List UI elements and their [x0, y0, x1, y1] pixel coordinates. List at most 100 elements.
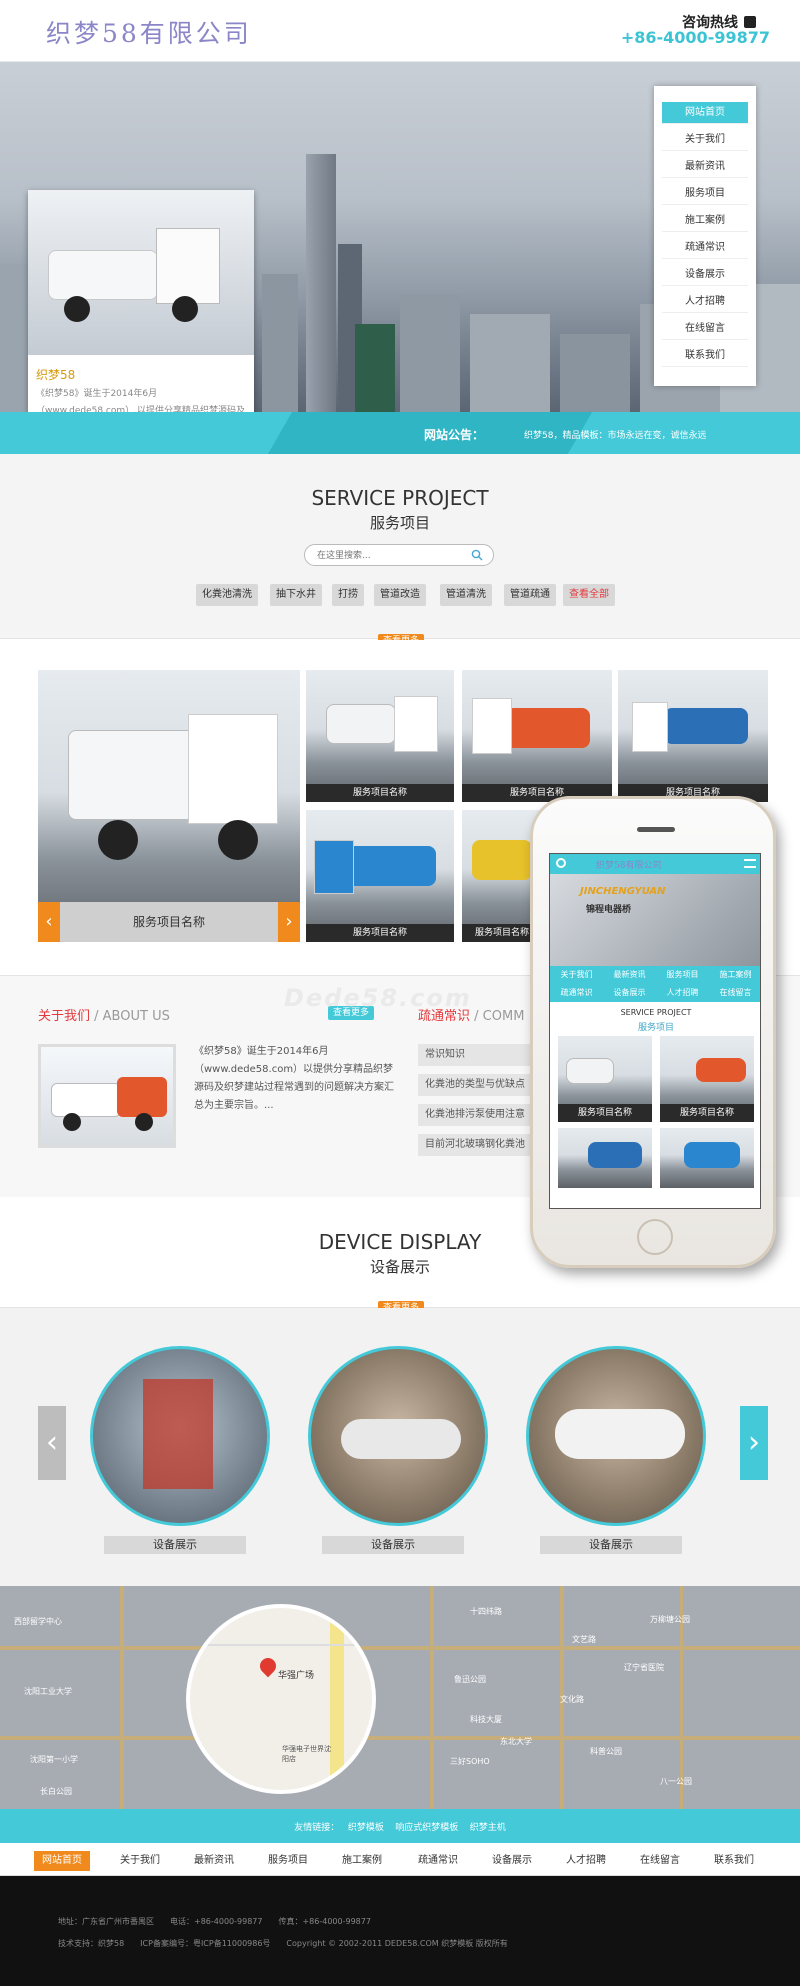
phone-nav-item[interactable]: 人才招聘	[656, 984, 709, 1002]
category-button[interactable]: 化粪池清洗	[196, 584, 258, 606]
search-input[interactable]	[317, 548, 467, 563]
site-logo[interactable]: 织梦58有限公司	[46, 14, 252, 50]
phone-search-icon[interactable]	[556, 858, 566, 868]
truck-tank	[117, 1077, 167, 1117]
about-image[interactable]	[38, 1044, 176, 1148]
friend-links: 友情链接： 织梦模板 响应式织梦模板 织梦主机	[0, 1820, 800, 1833]
truck-wheel	[135, 1113, 153, 1131]
nav-item-message[interactable]: 在线留言	[662, 318, 748, 340]
category-button[interactable]: 管道改造	[374, 584, 426, 606]
friend-link[interactable]: 织梦主机	[470, 1823, 506, 1833]
phone-nav-item[interactable]: 设备展示	[603, 984, 656, 1002]
site-footer: 地址：广东省广州市番禺区 电话：+86-4000-99877 传真：+86-40…	[0, 1876, 800, 1986]
truck-tank	[68, 730, 198, 820]
truck-wheel	[218, 820, 258, 860]
phone-nav-item[interactable]: 在线留言	[709, 984, 760, 1002]
footer-nav-knowledge[interactable]: 疏通常识	[410, 1851, 466, 1871]
device-label: 设备展示	[104, 1536, 246, 1554]
phone-nav-item[interactable]: 施工案例	[709, 966, 760, 984]
category-button[interactable]: 抽下水井	[270, 584, 322, 606]
map-label: 西部留学中心	[14, 1617, 62, 1626]
device-label: 设备展示	[540, 1536, 682, 1554]
truck-cab	[472, 698, 512, 754]
map-label: 东北大学	[500, 1737, 532, 1746]
nav-item-home[interactable]: 网站首页	[662, 102, 748, 124]
footer-nav-home[interactable]: 网站首页	[34, 1851, 90, 1871]
search-box	[304, 544, 494, 566]
gallery-next-arrow[interactable]: ›	[278, 902, 300, 942]
truck-tank	[326, 704, 396, 744]
device-image[interactable]	[526, 1346, 706, 1526]
friend-link[interactable]: 响应式织梦模板	[395, 1823, 458, 1833]
truck-tank	[696, 1058, 746, 1082]
phone-logo: 织梦58有限公司	[596, 861, 662, 871]
phone-nav-item[interactable]: 服务项目	[656, 966, 709, 984]
footer-nav-jobs[interactable]: 人才招聘	[558, 1851, 614, 1871]
news-heading-en: / COMM	[474, 1009, 525, 1024]
phone-icon	[744, 16, 756, 28]
category-button[interactable]: 打捞	[332, 584, 364, 606]
gallery-item[interactable]: 服务项目名称	[306, 670, 454, 802]
truck-tank	[51, 1083, 121, 1117]
news-item[interactable]: 目前河北玻璃钢化粪池	[418, 1134, 538, 1156]
device-image[interactable]	[308, 1346, 488, 1526]
truck-tank	[664, 708, 748, 744]
phone-nav-item[interactable]: 关于我们	[550, 966, 603, 984]
about-text: 《织梦58》诞生于2014年6月（www.dede58.com）以提供分享精品织…	[194, 1046, 394, 1111]
nav-item-jobs[interactable]: 人才招聘	[662, 291, 748, 313]
location-map[interactable]: 西部留学中心 沈阳工业大学 十四纬路 文艺路 万柳塘公园 辽宁省医院 文化路 鲁…	[0, 1586, 800, 1809]
device-prev-arrow[interactable]: ‹	[38, 1406, 66, 1480]
footer-address-line: 地址：广东省广州市番禺区 电话：+86-4000-99877 传真：+86-40…	[58, 1917, 371, 1926]
phone-menu-icon[interactable]	[744, 859, 756, 868]
map-road	[120, 1586, 124, 1809]
news-item[interactable]: 化粪池的类型与优缺点	[418, 1074, 538, 1096]
nav-item-contact[interactable]: 联系我们	[662, 345, 748, 367]
phone-gallery-item[interactable]: 服务项目名称	[660, 1036, 754, 1122]
footer-nav-services[interactable]: 服务项目	[260, 1851, 316, 1871]
friend-link[interactable]: 织梦模板	[348, 1823, 384, 1833]
view-all-button[interactable]: 查看全部	[563, 584, 615, 606]
gallery-item[interactable]: 服务项目名称	[306, 810, 454, 942]
steel-roll	[341, 1419, 461, 1459]
mobile-preview-phone: 织梦58有限公司 JINCHENGYUAN 锦程电器桥 关于我们 最新资讯 服务…	[530, 796, 776, 1268]
nav-item-devices[interactable]: 设备展示	[662, 264, 748, 286]
map-nearby-label: 华强电子世界沈阳店	[282, 1745, 331, 1763]
footer-nav-news[interactable]: 最新资讯	[186, 1851, 242, 1871]
footer-nav-cases[interactable]: 施工案例	[334, 1851, 390, 1871]
search-icon[interactable]	[471, 549, 483, 561]
nav-item-cases[interactable]: 施工案例	[662, 210, 748, 232]
nav-item-services[interactable]: 服务项目	[662, 183, 748, 205]
device-section: ‹ 设备展示 设备展示 设备展示 ›	[0, 1308, 800, 1586]
footer-nav-about[interactable]: 关于我们	[112, 1851, 168, 1871]
phone-nav-item[interactable]: 疏通常识	[550, 984, 603, 1002]
device-next-arrow[interactable]: ›	[740, 1406, 768, 1480]
phone-nav-item[interactable]: 最新资讯	[603, 966, 656, 984]
gallery-item[interactable]: 服务项目名称	[462, 670, 612, 802]
building	[262, 274, 298, 414]
phone-gallery-item[interactable]: 服务项目名称	[558, 1036, 652, 1122]
footer-nav-message[interactable]: 在线留言	[632, 1851, 688, 1871]
category-button[interactable]: 管道清洗	[440, 584, 492, 606]
map-zoom-circle[interactable]: 华强广场 华强电子世界沈阳店	[186, 1604, 376, 1794]
map-label: 鲁迅公园	[454, 1675, 486, 1684]
notice-bar: 网站公告： 织梦58，精品模板：市场永远在变，诚信永远	[0, 412, 800, 454]
gallery-item-caption: 服务项目名称	[306, 924, 454, 942]
phone-gallery-item[interactable]	[660, 1128, 754, 1188]
gallery-item[interactable]: 服务项目名称	[618, 670, 768, 802]
location-pin-icon[interactable]	[256, 1654, 280, 1678]
footer-nav-contact[interactable]: 联系我们	[706, 1851, 762, 1871]
truck-tank	[506, 708, 590, 748]
notice-text[interactable]: 织梦58，精品模板：市场永远在变，诚信永远	[524, 428, 706, 441]
category-button[interactable]: 管道疏通	[504, 584, 556, 606]
nav-item-knowledge[interactable]: 疏通常识	[662, 237, 748, 259]
intro-card[interactable]: 织梦58 《织梦58》诞生于2014年6月（www.dede58.com）,以提…	[28, 190, 254, 450]
nav-item-news[interactable]: 最新资讯	[662, 156, 748, 178]
phone-screen: 织梦58有限公司 JINCHENGYUAN 锦程电器桥 关于我们 最新资讯 服务…	[549, 853, 761, 1209]
news-item[interactable]: 常识知识	[418, 1044, 538, 1066]
gallery-prev-arrow[interactable]: ‹	[38, 902, 60, 942]
footer-nav-devices[interactable]: 设备展示	[484, 1851, 540, 1871]
news-item[interactable]: 化粪池排污泵使用注意	[418, 1104, 538, 1126]
device-image[interactable]	[90, 1346, 270, 1526]
phone-gallery-item[interactable]	[558, 1128, 652, 1188]
nav-item-about[interactable]: 关于我们	[662, 129, 748, 151]
